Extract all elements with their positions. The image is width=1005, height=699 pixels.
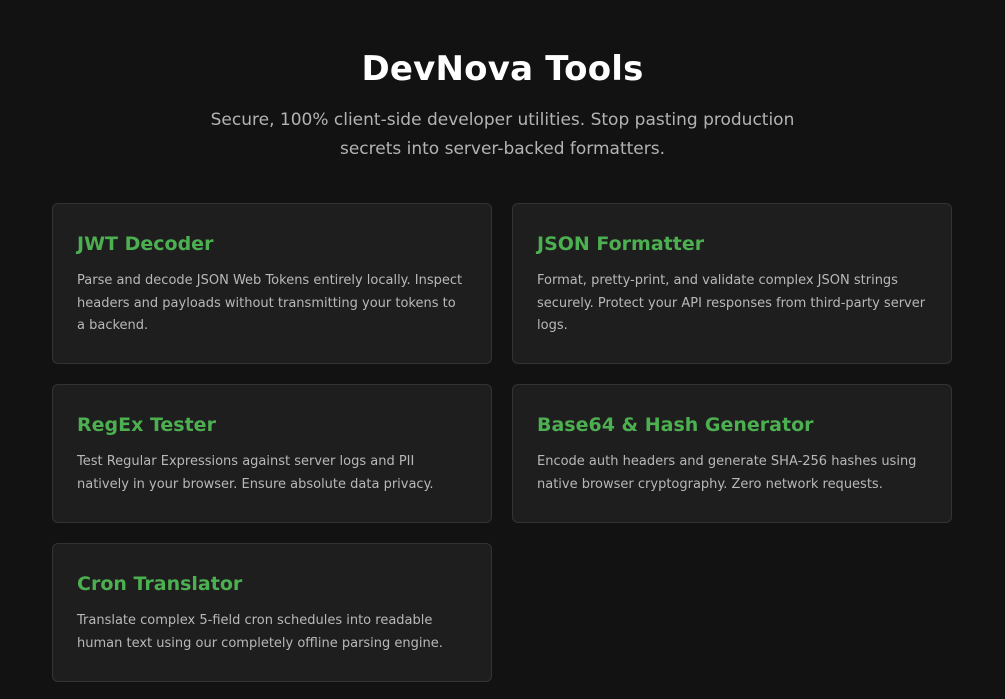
tool-card-base64-hash-generator[interactable]: Base64 & Hash Generator Encode auth head… — [512, 384, 952, 523]
tool-card-title: RegEx Tester — [77, 414, 216, 436]
tool-card-description: Test Regular Expressions against server … — [77, 454, 434, 492]
page-subtitle: Secure, 100% client-side developer utili… — [210, 110, 795, 159]
tool-card-description: Translate complex 5-field cron schedules… — [77, 613, 443, 651]
tool-card-json-formatter[interactable]: JSON Formatter Format, pretty-print, and… — [512, 203, 952, 364]
page: DevNova Tools Secure, 100% client-side d… — [0, 0, 1005, 699]
tool-card-title: JWT Decoder — [77, 233, 214, 255]
tool-card-regex-tester[interactable]: RegEx Tester Test Regular Expressions ag… — [52, 384, 492, 523]
tool-card-cron-translator[interactable]: Cron Translator Translate complex 5-fiel… — [52, 543, 492, 682]
tool-card-description: Format, pretty-print, and validate compl… — [537, 273, 926, 333]
page-header: DevNova Tools Secure, 100% client-side d… — [0, 46, 1005, 164]
tool-card-jwt-decoder[interactable]: JWT Decoder Parse and decode JSON Web To… — [52, 203, 492, 364]
tool-card-title: Base64 & Hash Generator — [537, 414, 814, 436]
tool-card-title: JSON Formatter — [537, 233, 705, 255]
page-title: DevNova Tools — [361, 49, 644, 89]
tool-card-description: Encode auth headers and generate SHA-256… — [537, 454, 917, 492]
tool-card-title: Cron Translator — [77, 573, 243, 595]
tool-card-description: Parse and decode JSON Web Tokens entirel… — [77, 273, 463, 333]
